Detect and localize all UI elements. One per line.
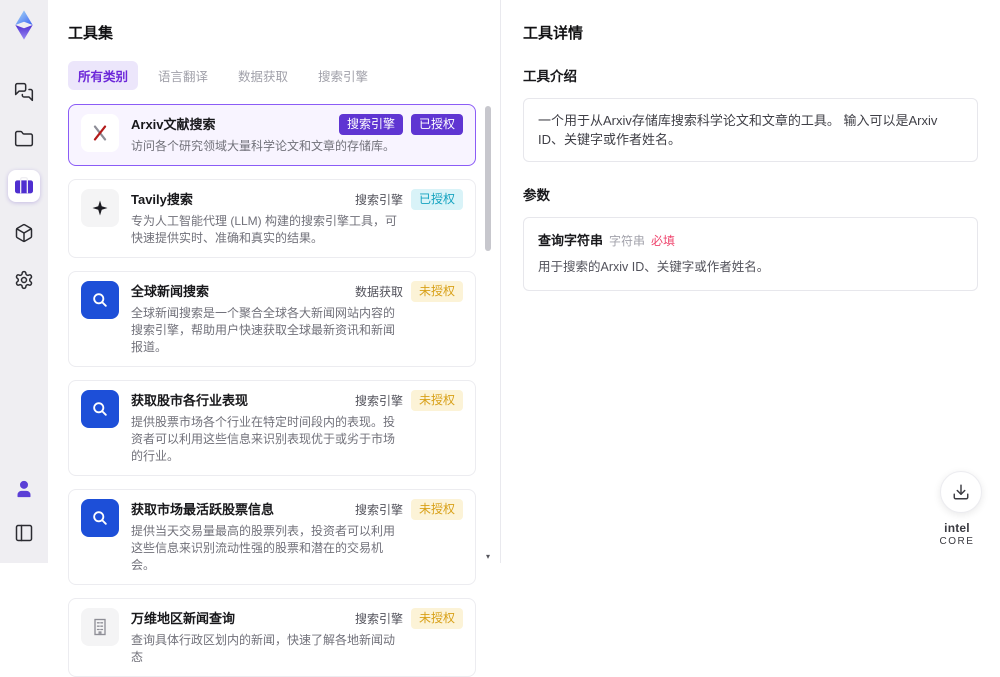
tool-description: 专为人工智能代理 (LLM) 构建的搜索引擎工具，可快速提供实时、准确和真实的结… <box>131 214 398 245</box>
tavily-star-icon <box>81 189 119 227</box>
parameter-box: 查询字符串 字符串 必填 用于搜索的Arxiv ID、关键字或作者姓名。 <box>523 217 978 291</box>
news-search-icon <box>81 390 119 428</box>
category-tabs: 所有类别 语言翻译 数据获取 搜索引擎 <box>68 61 496 90</box>
scrollbar-thumb[interactable] <box>485 106 491 251</box>
app-logo[interactable] <box>7 8 41 42</box>
auth-status-badge: 已授权 <box>410 189 463 210</box>
list-scrollbar[interactable]: ▾ <box>484 106 492 561</box>
sidebar-item-files[interactable] <box>8 123 40 155</box>
page-title: 工具集 <box>68 25 114 42</box>
gear-icon <box>15 270 33 290</box>
download-icon <box>953 484 969 500</box>
auth-status-badge: 未授权 <box>410 281 463 302</box>
sidebar-item-packages[interactable] <box>8 217 40 249</box>
tool-card-tavily[interactable]: Tavily搜索 专为人工智能代理 (LLM) 构建的搜索引擎工具，可快速提供实… <box>68 179 476 258</box>
tool-card-regional-news[interactable]: 万维地区新闻查询 查询具体行政区划内的新闻，快速了解各地新闻动态 搜索引擎 未授… <box>68 598 476 677</box>
tool-card-most-active-stocks[interactable]: 获取市场最活跃股票信息 提供当天交易量最高的股票列表，投资者可以利用这些信息来识… <box>68 489 476 585</box>
intel-core-logo: intel CORE <box>928 522 986 548</box>
category-label: 搜索引擎 <box>354 503 403 517</box>
tool-detail-panel: 工具详情 工具介绍 一个用于从Arxiv存储库搜索科学论文和文章的工具。 输入可… <box>500 0 1000 563</box>
sidebar-collapse-button[interactable] <box>8 517 40 549</box>
scrollbar-down-arrow[interactable]: ▾ <box>484 553 492 561</box>
sidebar-item-profile[interactable] <box>8 473 40 505</box>
intel-logo-text: intel <box>944 521 970 535</box>
category-badge: 搜索引擎 <box>338 114 403 135</box>
tab-all-categories[interactable]: 所有类别 <box>68 61 139 90</box>
tool-card-arxiv[interactable]: Arxiv文献搜索 访问各个研究领域大量科学论文和文章的存储库。 搜索引擎 已授… <box>68 104 476 166</box>
download-button[interactable] <box>940 471 982 513</box>
tool-card-global-news[interactable]: 全球新闻搜索 全球新闻搜索是一个聚合全球各大新闻网站内容的搜索引擎，帮助用户快速… <box>68 271 476 367</box>
user-icon <box>17 480 31 498</box>
sidebar-item-tools[interactable] <box>8 170 40 202</box>
tool-description: 全球新闻搜索是一个聚合全球各大新闻网站内容的搜索引擎，帮助用户快速获取全球最新资… <box>131 306 396 354</box>
briefcase-icon <box>15 177 33 194</box>
tab-search-engine[interactable]: 搜索引擎 <box>308 61 378 90</box>
tab-data-acquisition[interactable]: 数据获取 <box>228 61 298 90</box>
tool-description: 提供股票市场各个行业在特定时间段内的表现。投资者可以利用这些信息来识别表现优于或… <box>131 415 396 463</box>
detail-title: 工具详情 <box>523 25 584 42</box>
diamond-logo-icon <box>15 10 33 40</box>
intro-heading: 工具介绍 <box>523 69 577 84</box>
core-logo-text: CORE <box>939 536 975 547</box>
tool-description: 查询具体行政区划内的新闻，快速了解各地新闻动态 <box>131 633 396 664</box>
building-icon <box>81 608 119 646</box>
package-icon <box>15 223 33 243</box>
category-label: 数据获取 <box>354 285 403 299</box>
sidebar-bottom <box>8 473 40 549</box>
params-heading: 参数 <box>523 188 550 203</box>
sidebar-item-chat[interactable] <box>8 76 40 108</box>
sidebar-item-settings[interactable] <box>8 264 40 296</box>
param-required-flag: 必填 <box>651 234 676 248</box>
auth-status-badge: 未授权 <box>410 608 463 629</box>
tool-intro-text: 一个用于从Arxiv存储库搜索科学论文和文章的工具。 输入可以是Arxiv ID… <box>538 113 938 147</box>
param-name: 查询字符串 <box>538 233 604 248</box>
chat-icon <box>14 82 34 102</box>
tool-description: 访问各个研究领域大量科学论文和文章的存储库。 <box>131 139 396 153</box>
category-label: 搜索引擎 <box>354 612 403 626</box>
category-label: 搜索引擎 <box>354 394 403 408</box>
tool-intro-box: 一个用于从Arxiv存储库搜索科学论文和文章的工具。 输入可以是Arxiv ID… <box>523 98 978 162</box>
news-search-icon <box>81 499 119 537</box>
sidebar-nav <box>8 76 40 296</box>
param-description: 用于搜索的Arxiv ID、关键字或作者姓名。 <box>538 260 770 274</box>
sidebar <box>0 0 48 563</box>
category-label: 搜索引擎 <box>354 193 403 207</box>
tool-card-sector-performance[interactable]: 获取股市各行业表现 提供股票市场各个行业在特定时间段内的表现。投资者可以利用这些… <box>68 380 476 476</box>
app-window: 工具集 所有类别 语言翻译 数据获取 搜索引擎 Arxiv文献搜索 访问各个研究… <box>0 0 1000 677</box>
tool-list: Arxiv文献搜索 访问各个研究领域大量科学论文和文章的存储库。 搜索引擎 已授… <box>68 104 496 677</box>
auth-status-badge: 已授权 <box>410 114 463 135</box>
auth-status-badge: 未授权 <box>410 499 463 520</box>
arxiv-x-icon <box>81 114 119 152</box>
tool-description: 提供当天交易量最高的股票列表，投资者可以利用这些信息来识别流动性强的股票和潜在的… <box>131 524 396 572</box>
param-type: 字符串 <box>609 234 646 248</box>
panel-left-icon <box>15 524 33 542</box>
auth-status-badge: 未授权 <box>410 390 463 411</box>
news-search-icon <box>81 281 119 319</box>
folder-icon <box>14 130 34 147</box>
tool-list-panel: 工具集 所有类别 语言翻译 数据获取 搜索引擎 Arxiv文献搜索 访问各个研究… <box>48 0 500 677</box>
tab-language-translation[interactable]: 语言翻译 <box>148 61 218 90</box>
